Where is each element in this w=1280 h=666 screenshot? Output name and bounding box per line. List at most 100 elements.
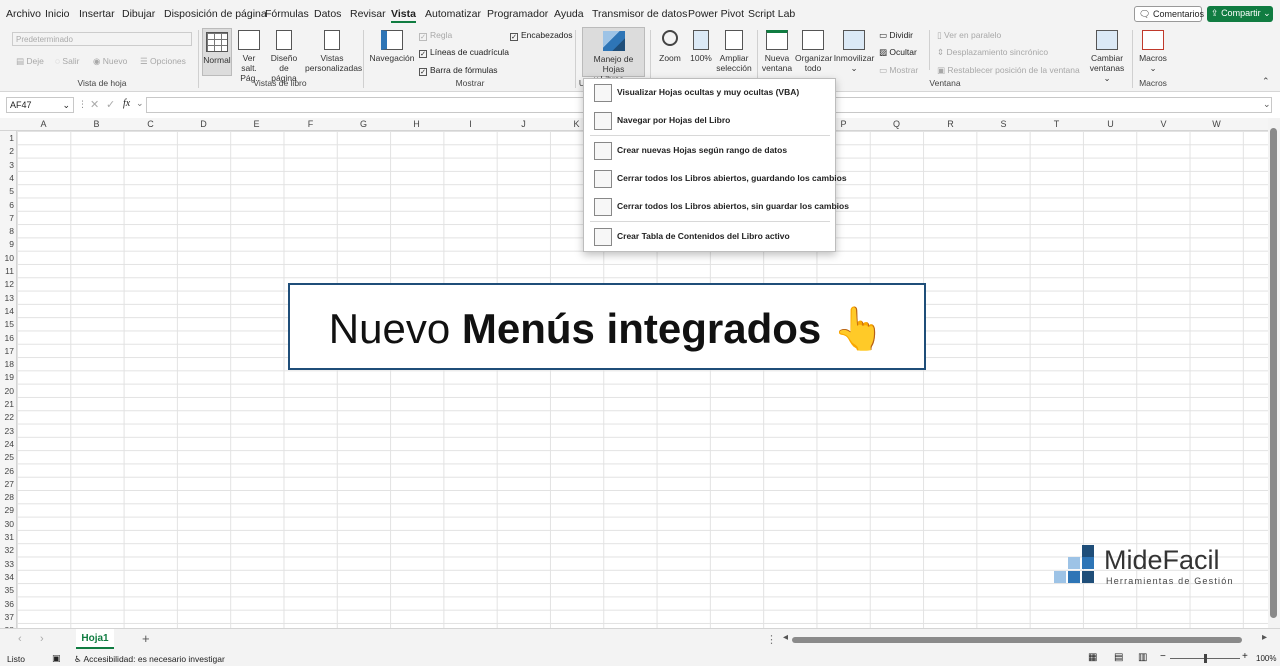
prev-sheet-icon[interactable]: ‹ xyxy=(18,633,22,645)
menu-item-show-hidden-sheets[interactable]: Visualizar Hojas ocultas y muy ocultas (… xyxy=(584,81,835,105)
formula-bar-checkbox[interactable]: ✓ Barra de fórmulas xyxy=(419,65,498,76)
column-header[interactable]: W xyxy=(1190,119,1243,129)
row-header[interactable]: 25 xyxy=(0,452,14,462)
zoom-out-icon[interactable]: − xyxy=(1160,651,1166,662)
arrange-all-button[interactable]: Organizar todo xyxy=(795,30,832,73)
ruler-checkbox[interactable]: ✓ Regla xyxy=(419,30,452,41)
row-header[interactable]: 32 xyxy=(0,545,14,555)
new-view-button[interactable]: ◉ Nuevo xyxy=(93,56,127,67)
column-header[interactable]: J xyxy=(497,119,550,129)
zoom-selection-button[interactable]: Ampliar selección xyxy=(716,30,752,73)
row-header[interactable]: 5 xyxy=(0,186,14,196)
cancel-icon[interactable]: ✕ xyxy=(90,98,99,111)
menu-formulas[interactable]: Fórmulas xyxy=(265,8,309,20)
options-button[interactable]: ☰ Opciones xyxy=(140,56,186,67)
row-header[interactable]: 27 xyxy=(0,479,14,489)
row-header[interactable]: 10 xyxy=(0,253,14,263)
menu-automatizar[interactable]: Automatizar xyxy=(425,8,481,20)
page-layout-icon[interactable]: ▤ xyxy=(1114,652,1123,663)
menu-programador[interactable]: Programador xyxy=(487,8,548,20)
column-header[interactable]: G xyxy=(337,119,390,129)
row-header[interactable]: 26 xyxy=(0,466,14,476)
row-header[interactable]: 6 xyxy=(0,200,14,210)
add-sheet-button[interactable]: + xyxy=(142,631,150,646)
menu-ayuda[interactable]: Ayuda xyxy=(554,8,584,20)
column-header[interactable]: F xyxy=(284,119,337,129)
row-header[interactable]: 35 xyxy=(0,585,14,595)
row-header[interactable]: 16 xyxy=(0,333,14,343)
row-header[interactable]: 36 xyxy=(0,599,14,609)
row-header[interactable]: 19 xyxy=(0,372,14,382)
menu-dibujar[interactable]: Dibujar xyxy=(122,8,155,20)
row-header[interactable]: 31 xyxy=(0,532,14,542)
column-header[interactable]: D xyxy=(177,119,230,129)
menu-transmisor[interactable]: Transmisor de datos xyxy=(592,8,687,20)
accessibility-status[interactable]: ♿ Accesibilidad: es necesario investigar xyxy=(74,654,225,665)
zoom-slider-thumb[interactable] xyxy=(1204,654,1207,663)
headings-checkbox[interactable]: ✓ Encabezados xyxy=(510,30,573,41)
column-header[interactable]: A xyxy=(17,119,70,129)
split-button[interactable]: ▭ Dividir xyxy=(879,30,913,41)
row-header[interactable]: 30 xyxy=(0,519,14,529)
menu-insertar[interactable]: Insertar xyxy=(79,8,115,20)
row-header[interactable]: 24 xyxy=(0,439,14,449)
column-header[interactable]: B xyxy=(70,119,123,129)
menu-datos[interactable]: Datos xyxy=(314,8,341,20)
horizontal-scroll-thumb[interactable] xyxy=(792,637,1242,643)
menu-scriptlab[interactable]: Script Lab xyxy=(748,8,795,20)
normal-view-icon[interactable]: ▦ xyxy=(1088,652,1097,663)
exit-button[interactable]: ◌ Salir xyxy=(55,56,79,66)
macro-record-icon[interactable]: ▣ xyxy=(52,653,61,664)
column-header[interactable]: V xyxy=(1137,119,1190,129)
row-header[interactable]: 7 xyxy=(0,213,14,223)
column-header[interactable]: E xyxy=(230,119,283,129)
row-header[interactable]: 20 xyxy=(0,386,14,396)
switch-windows-button[interactable]: Cambiar ventanas ⌄ xyxy=(1086,30,1128,83)
row-header[interactable]: 17 xyxy=(0,346,14,356)
row-header[interactable]: 4 xyxy=(0,173,14,183)
row-header[interactable]: 14 xyxy=(0,306,14,316)
row-header[interactable]: 21 xyxy=(0,399,14,409)
menu-vista[interactable]: Vista xyxy=(391,8,416,23)
scroll-left-icon[interactable]: ◂ xyxy=(783,632,788,643)
normal-view-button[interactable]: Normal xyxy=(202,28,232,76)
row-header[interactable]: 12 xyxy=(0,279,14,289)
column-header[interactable]: S xyxy=(977,119,1030,129)
row-header[interactable]: 11 xyxy=(0,266,14,276)
next-sheet-icon[interactable]: › xyxy=(40,633,44,645)
menu-archivo[interactable]: Archivo xyxy=(6,8,41,20)
unhide-button[interactable]: ▭ Mostrar xyxy=(879,65,918,76)
row-header[interactable]: 15 xyxy=(0,319,14,329)
custom-views-button[interactable]: Vistas personalizadas xyxy=(305,30,362,73)
side-by-side-button[interactable]: ▯ Ver en paralelo xyxy=(937,30,1001,41)
name-box[interactable]: AF47 ⌄ xyxy=(6,97,74,113)
navigation-button[interactable]: Navegación xyxy=(368,30,416,63)
gridlines-checkbox[interactable]: ✓ Líneas de cuadrícula xyxy=(419,47,509,58)
row-header[interactable]: 9 xyxy=(0,239,14,249)
sync-scroll-button[interactable]: ⇕ Desplazamiento sincrónico xyxy=(937,47,1048,58)
chevron-down-icon[interactable]: ⌄ xyxy=(136,98,144,109)
freeze-panes-button[interactable]: Inmovilizar ⌄ xyxy=(833,30,875,73)
more-options-icon[interactable]: ⋮ xyxy=(78,99,87,110)
menu-item-close-save[interactable]: Cerrar todos los Libros abiertos, guarda… xyxy=(584,167,847,191)
expand-formula-icon[interactable]: ⌄ xyxy=(1263,99,1271,110)
column-header[interactable]: U xyxy=(1084,119,1137,129)
macros-button[interactable]: Macros ⌄ xyxy=(1136,30,1170,73)
collapse-ribbon-icon[interactable]: ⌃ xyxy=(1262,76,1270,87)
reset-position-button[interactable]: ▣ Restablecer posición de la ventana xyxy=(937,65,1080,76)
row-header[interactable]: 23 xyxy=(0,426,14,436)
menu-powerpivot[interactable]: Power Pivot xyxy=(688,8,744,20)
row-header[interactable]: 34 xyxy=(0,572,14,582)
menu-inicio[interactable]: Inicio xyxy=(45,8,70,20)
zoom-100-button[interactable]: 100% xyxy=(688,30,714,63)
column-header[interactable]: H xyxy=(390,119,443,129)
sheet-tab-hoja1[interactable]: Hoja1 xyxy=(76,629,114,649)
zoom-level[interactable]: 100% xyxy=(1256,654,1276,663)
column-header[interactable]: T xyxy=(1030,119,1083,129)
page-layout-button[interactable]: Diseño de página xyxy=(266,30,302,83)
hide-button[interactable]: ▨ Ocultar xyxy=(879,47,917,58)
column-header[interactable]: I xyxy=(444,119,497,129)
row-header[interactable]: 22 xyxy=(0,412,14,422)
more-options-icon[interactable]: ⋮ xyxy=(766,633,777,646)
row-header[interactable]: 3 xyxy=(0,160,14,170)
